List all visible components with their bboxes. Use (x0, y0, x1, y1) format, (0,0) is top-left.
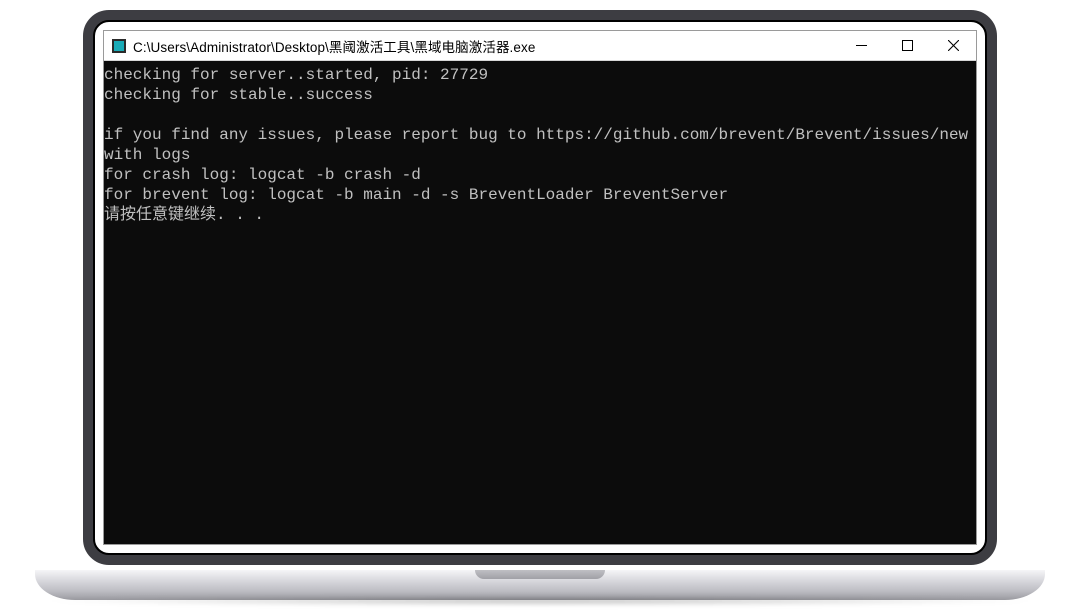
close-button[interactable] (930, 31, 976, 60)
maximize-icon (902, 40, 913, 51)
window-controls (838, 31, 976, 60)
minimize-icon (856, 40, 867, 51)
laptop-mockup: C:\Users\Administrator\Desktop\黑阈激活工具\黑域… (35, 10, 1045, 600)
console-window: C:\Users\Administrator\Desktop\黑阈激活工具\黑域… (103, 30, 977, 545)
minimize-button[interactable] (838, 31, 884, 60)
console-output[interactable]: checking for server..started, pid: 27729… (104, 61, 976, 544)
maximize-button[interactable] (884, 31, 930, 60)
laptop-screen-bezel: C:\Users\Administrator\Desktop\黑阈激活工具\黑域… (83, 10, 997, 565)
laptop-screen: C:\Users\Administrator\Desktop\黑阈激活工具\黑域… (93, 20, 987, 555)
close-icon (948, 40, 959, 51)
laptop-base (35, 570, 1045, 600)
app-icon (112, 39, 126, 53)
window-title: C:\Users\Administrator\Desktop\黑阈激活工具\黑域… (133, 36, 838, 56)
window-titlebar[interactable]: C:\Users\Administrator\Desktop\黑阈激活工具\黑域… (104, 31, 976, 61)
